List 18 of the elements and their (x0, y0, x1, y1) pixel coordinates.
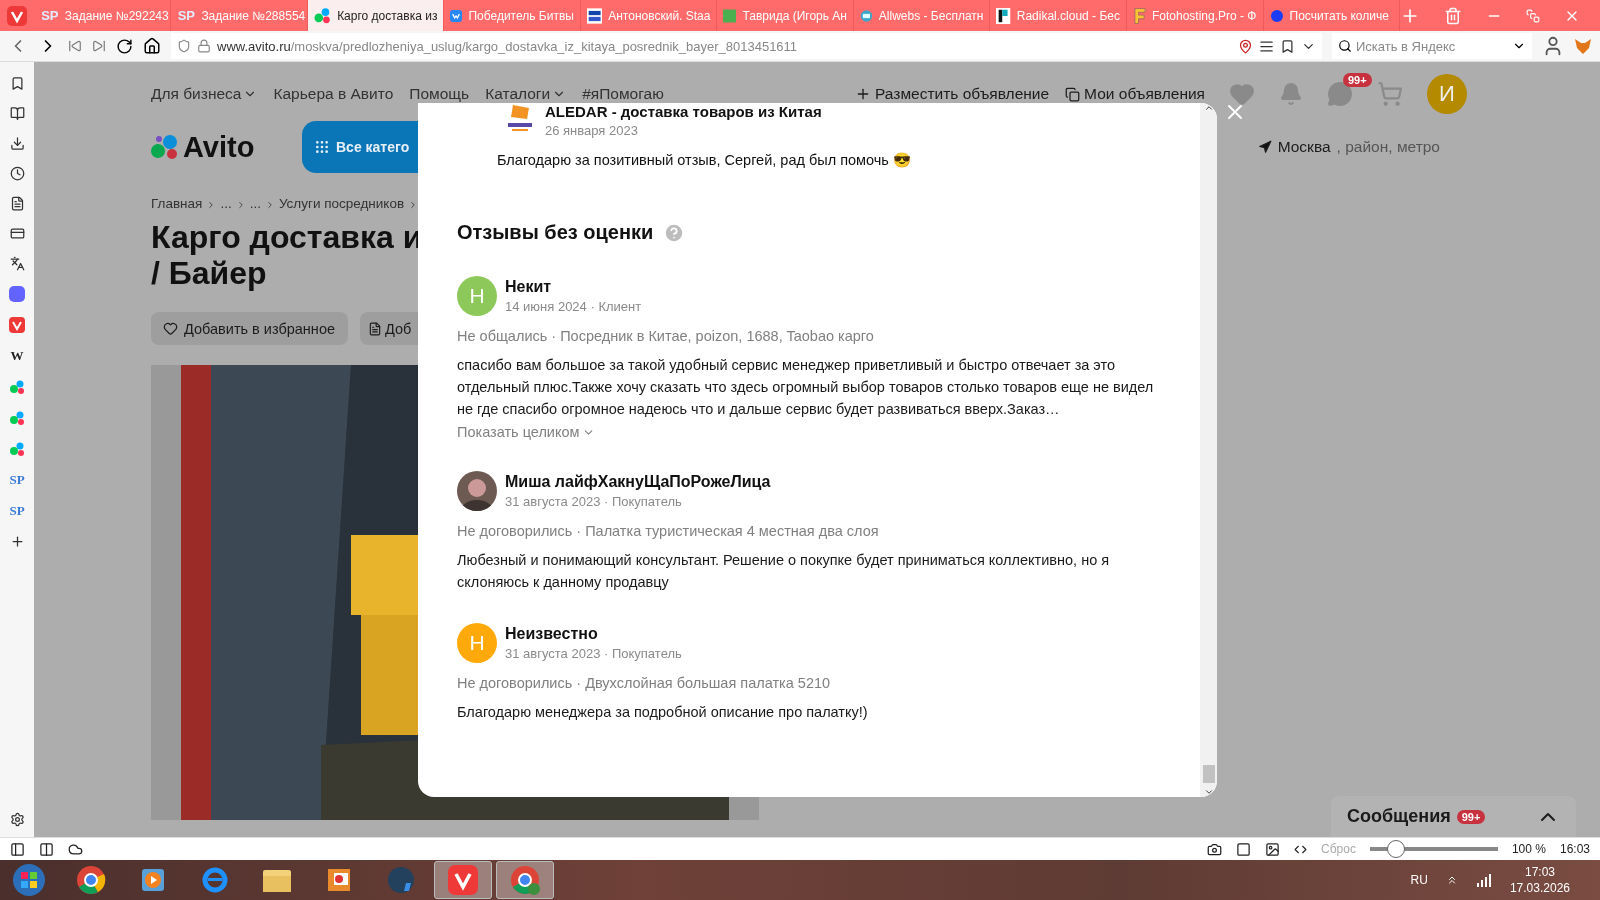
reply-date: 26 января 2023 (545, 123, 639, 138)
page-title: / Байер (151, 255, 267, 291)
tray-date: 17.03.2026 (1509, 880, 1570, 896)
deal-info: Не общались · Посредник в Китае, poizon, 1688, Taobao карго (457, 328, 875, 344)
messages-title: Сообщения (1347, 806, 1451, 827)
tab-icon: SP (40, 8, 59, 23)
count-badge: 99+ (1343, 73, 1372, 87)
zoom-level: 100 % (1511, 842, 1546, 856)
count-badge: 99+ (1456, 809, 1486, 824)
reply-text: Благодарю за позитивный отзыв, Сергей, рад был помочь 😎 (497, 152, 912, 169)
review-meta: 14 июня 2024 · Клиент (505, 299, 642, 314)
avatar: Н (457, 276, 497, 316)
reviewer-name: Некит (505, 278, 553, 296)
seller-name: ALEDAR - доставка товаров из Китая (545, 103, 822, 120)
tab-icon: SP (177, 8, 196, 23)
section-title: Отзывы без оценки (457, 221, 654, 244)
clock-time: 16:03 (1559, 842, 1590, 856)
tray-time: 17:03 (1524, 864, 1555, 880)
